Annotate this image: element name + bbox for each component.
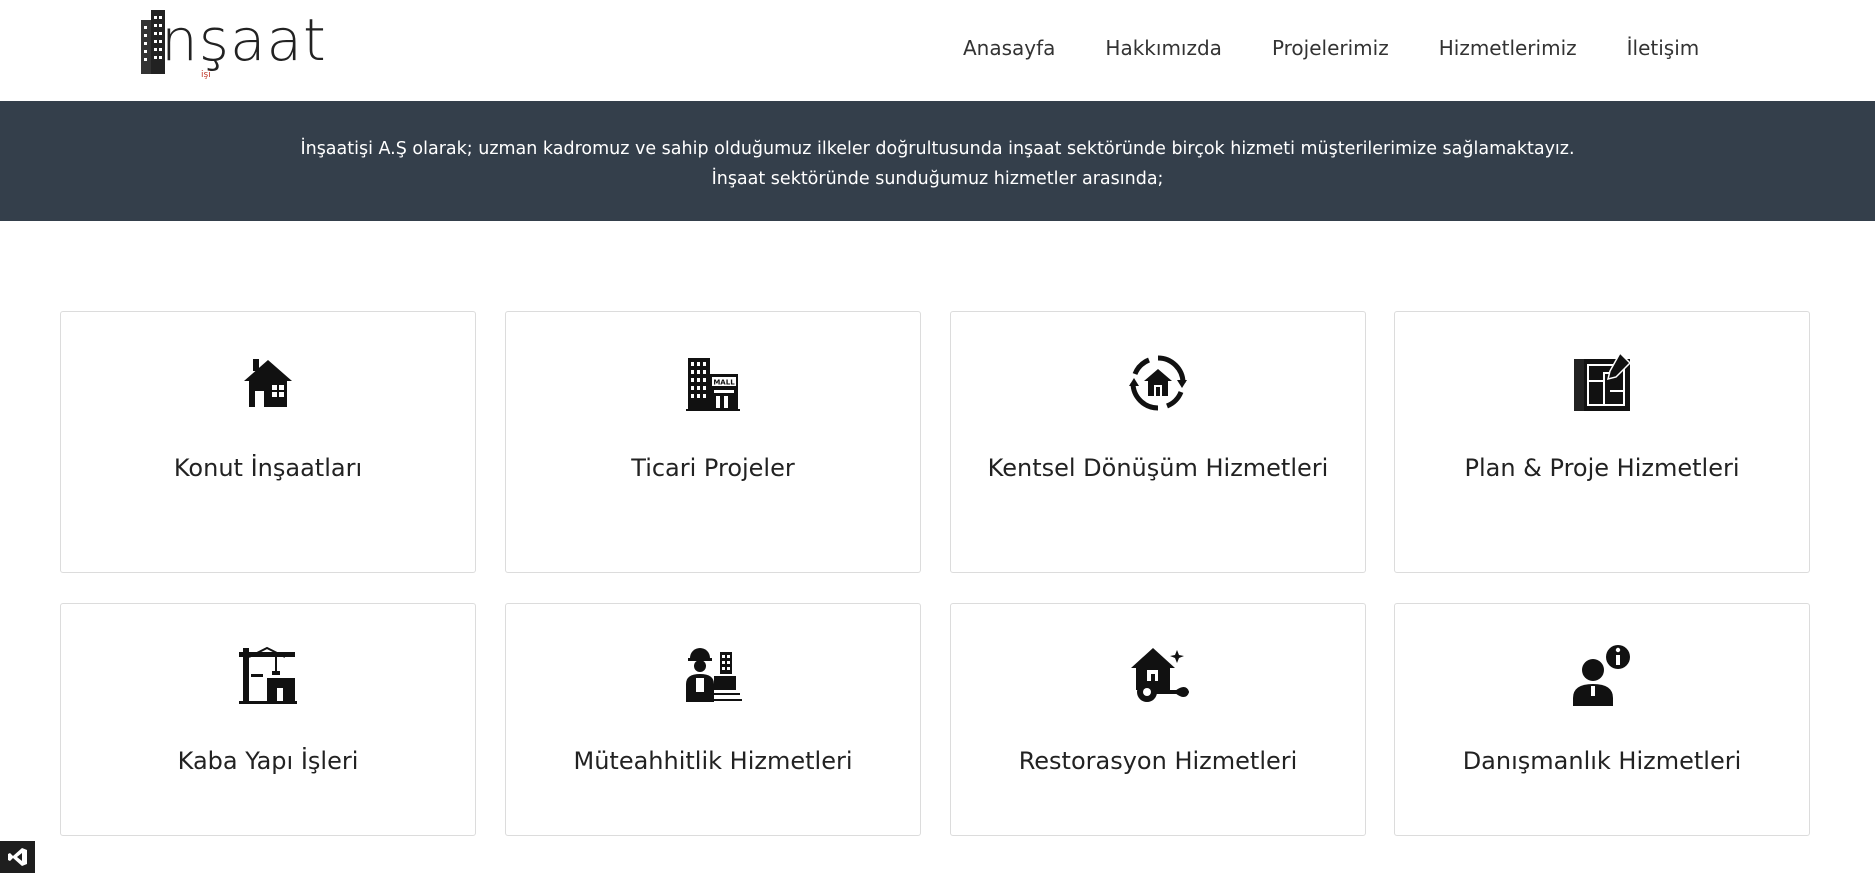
consultant-icon bbox=[1569, 642, 1635, 708]
urban-renewal-icon bbox=[1125, 350, 1191, 416]
service-card-ticari[interactable]: MALL Ticari Projeler bbox=[505, 311, 921, 573]
service-card-konut[interactable]: Konut İnşaatları bbox=[60, 311, 476, 573]
crane-icon bbox=[235, 642, 301, 708]
service-card-plan[interactable]: Plan & Proje Hizmetleri bbox=[1394, 311, 1810, 573]
brand-logo[interactable]: nşaat işi bbox=[141, 6, 326, 88]
service-card-muteahhitlik[interactable]: Müteahhitlik Hizmetleri bbox=[505, 603, 921, 836]
nav-anasayfa[interactable]: Anasayfa bbox=[963, 30, 1055, 66]
house-repair-icon bbox=[1125, 642, 1191, 708]
service-title: Konut İnşaatları bbox=[173, 454, 363, 482]
nav-hakkimizda[interactable]: Hakkımızda bbox=[1105, 30, 1222, 66]
house-icon bbox=[235, 350, 301, 416]
service-card-restorasyon[interactable]: Restorasyon Hizmetleri bbox=[950, 603, 1366, 836]
service-title: Kentsel Dönüşüm Hizmetleri bbox=[987, 454, 1329, 482]
contractor-icon bbox=[680, 642, 746, 708]
service-title: Kaba Yapı İşleri bbox=[177, 747, 359, 775]
mall-building-icon: MALL bbox=[680, 350, 746, 416]
nav-hizmetlerimiz[interactable]: Hizmetlerimiz bbox=[1439, 30, 1577, 66]
header: nşaat işi Anasayfa Hakkımızda Projelerim… bbox=[0, 0, 1875, 101]
devtools-badge[interactable] bbox=[0, 841, 35, 873]
service-title: Plan & Proje Hizmetleri bbox=[1464, 454, 1740, 482]
service-card-kaba-yapi[interactable]: Kaba Yapı İşleri bbox=[60, 603, 476, 836]
nav-projelerimiz[interactable]: Projelerimiz bbox=[1272, 30, 1389, 66]
service-title: Müteahhitlik Hizmetleri bbox=[573, 747, 853, 775]
service-card-kentsel[interactable]: Kentsel Dönüşüm Hizmetleri bbox=[950, 311, 1366, 573]
visual-studio-icon bbox=[7, 848, 27, 866]
svg-text:MALL: MALL bbox=[713, 379, 735, 387]
service-title: Restorasyon Hizmetleri bbox=[1018, 747, 1298, 775]
logo-text: nşaat bbox=[161, 6, 327, 74]
main-nav: Anasayfa Hakkımızda Projelerimiz Hizmetl… bbox=[963, 30, 1699, 66]
banner-line-1: İnşaatişi A.Ş olarak; uzman kadromuz ve … bbox=[300, 139, 1575, 159]
service-title: Ticari Projeler bbox=[631, 454, 795, 482]
intro-banner: İnşaatişi A.Ş olarak; uzman kadromuz ve … bbox=[0, 101, 1875, 221]
service-title: Danışmanlık Hizmetleri bbox=[1462, 747, 1742, 775]
service-card-danismanlik[interactable]: Danışmanlık Hizmetleri bbox=[1394, 603, 1810, 836]
blueprint-icon bbox=[1569, 350, 1635, 416]
banner-line-2: İnşaat sektöründe sunduğumuz hizmetler a… bbox=[711, 169, 1164, 189]
logo-subtext: işi bbox=[201, 70, 211, 80]
nav-iletisim[interactable]: İletişim bbox=[1627, 30, 1700, 66]
